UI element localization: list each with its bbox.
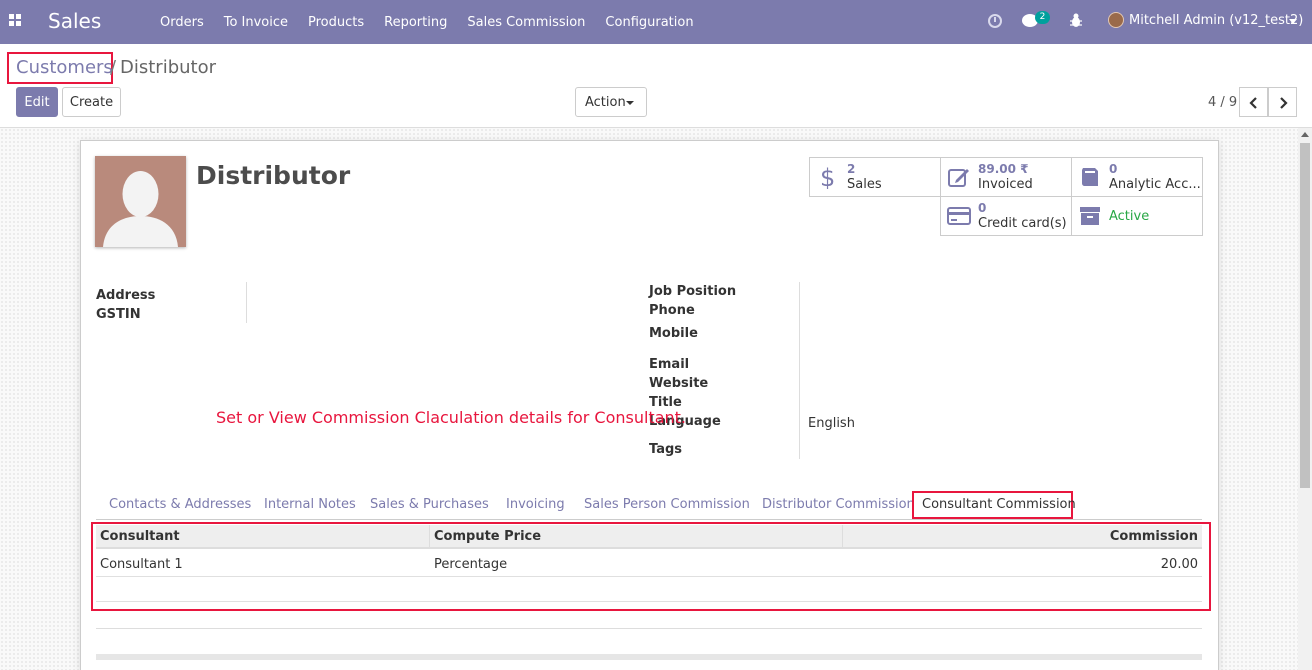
- breadcrumb-customers-link[interactable]: Customers: [16, 57, 113, 78]
- menu-products[interactable]: Products: [298, 15, 374, 30]
- tab-invoicing[interactable]: Invoicing: [506, 497, 565, 512]
- pager-value[interactable]: 4 / 9: [1208, 95, 1237, 110]
- main-menu: Orders To Invoice Products Reporting Sal…: [150, 0, 704, 44]
- gstin-label: GSTIN: [96, 307, 141, 322]
- chevron-right-icon: [1280, 97, 1288, 109]
- left-field-divider: [246, 282, 247, 323]
- annotation-text: Set or View Commission Claculation detai…: [216, 408, 686, 427]
- chevron-left-icon: [1249, 97, 1257, 109]
- analytic-count: 0: [1109, 162, 1118, 176]
- invoiced-label: Invoiced: [978, 177, 1033, 192]
- book-icon: [1082, 168, 1098, 186]
- pager-next-button[interactable]: [1268, 87, 1297, 117]
- edit-button[interactable]: Edit: [16, 87, 58, 117]
- tab-sales-purchases[interactable]: Sales & Purchases: [370, 497, 489, 512]
- dollar-icon: $: [820, 165, 835, 189]
- archive-box-icon: [1080, 207, 1100, 225]
- breadcrumb-separator: /: [110, 57, 117, 78]
- tab-consultant-commission[interactable]: Consultant Commission: [922, 497, 1076, 512]
- menu-sales-commission[interactable]: Sales Commission: [457, 15, 595, 30]
- active-status-label: Active: [1109, 209, 1150, 224]
- create-button[interactable]: Create: [62, 87, 121, 117]
- chat-count-badge: 2: [1035, 11, 1050, 24]
- vertical-scrollbar[interactable]: [1298, 128, 1312, 670]
- analytic-smart-button[interactable]: 0 Analytic Acc...: [1071, 157, 1203, 197]
- invoiced-smart-button[interactable]: 89.00 ₹ Invoiced: [940, 157, 1072, 197]
- address-label: Address: [96, 288, 156, 303]
- menu-reporting[interactable]: Reporting: [374, 15, 457, 30]
- caret-down-icon: [626, 101, 634, 105]
- user-avatar[interactable]: [1108, 12, 1124, 28]
- app-name[interactable]: Sales: [48, 9, 101, 33]
- user-menu-caret-icon[interactable]: [1289, 19, 1297, 24]
- credit-card-smart-button[interactable]: 0 Credit card(s): [940, 196, 1072, 236]
- email-label: Email: [649, 357, 690, 372]
- mobile-label: Mobile: [649, 326, 698, 341]
- debug-bug-icon[interactable]: [1070, 13, 1082, 28]
- credit-card-label: Credit card(s): [978, 216, 1067, 231]
- table-highlight: [91, 522, 1211, 611]
- tab-internal-notes[interactable]: Internal Notes: [264, 497, 356, 512]
- sales-smart-button[interactable]: $ 2 Sales: [809, 157, 941, 197]
- menu-to-invoice[interactable]: To Invoice: [214, 15, 298, 30]
- top-navbar: Sales Orders To Invoice Products Reporti…: [0, 0, 1312, 44]
- language-value[interactable]: English: [808, 416, 855, 431]
- right-field-divider: [799, 282, 800, 459]
- tab-distributor-commission[interactable]: Distributor Commission: [762, 497, 915, 512]
- action-label: Action: [585, 94, 626, 110]
- apps-menu-icon[interactable]: [9, 14, 23, 28]
- credit-card-icon: [947, 207, 971, 225]
- invoiced-amount: 89.00 ₹: [978, 162, 1029, 176]
- section-divider: [96, 628, 1202, 629]
- tabs-underline: [96, 519, 1202, 520]
- user-menu-name[interactable]: Mitchell Admin (v12_test2): [1129, 13, 1303, 28]
- breadcrumb-current: Distributor: [120, 57, 217, 78]
- person-placeholder-icon: [95, 156, 186, 247]
- active-toggle-button[interactable]: Active: [1071, 196, 1203, 236]
- sales-count: 2: [847, 162, 856, 176]
- section-divider: [96, 654, 1202, 660]
- menu-orders[interactable]: Orders: [150, 15, 214, 30]
- scroll-up-arrow-icon[interactable]: [1301, 132, 1309, 137]
- pencil-square-icon: [948, 169, 969, 187]
- credit-card-count: 0: [978, 201, 987, 215]
- record-title: Distributor: [196, 161, 351, 190]
- svg-text:$: $: [820, 165, 835, 189]
- activity-clock-icon[interactable]: [988, 14, 1002, 28]
- pager-previous-button[interactable]: [1239, 87, 1268, 117]
- tab-sales-person-commission[interactable]: Sales Person Commission: [584, 497, 750, 512]
- action-dropdown-button[interactable]: Action: [575, 87, 647, 117]
- analytic-label: Analytic Acc...: [1109, 177, 1201, 192]
- control-panel: Customers / Distributor Edit Create Acti…: [0, 44, 1312, 128]
- scrollbar-thumb[interactable]: [1300, 143, 1310, 488]
- website-label: Website: [649, 376, 709, 391]
- sales-label: Sales: [847, 177, 882, 192]
- partner-avatar-image[interactable]: [95, 156, 186, 247]
- phone-label: Phone: [649, 303, 695, 318]
- menu-configuration[interactable]: Configuration: [595, 15, 703, 30]
- tags-label: Tags: [649, 442, 683, 457]
- job-position-label: Job Position: [649, 284, 737, 299]
- tab-contacts-addresses[interactable]: Contacts & Addresses: [109, 497, 251, 512]
